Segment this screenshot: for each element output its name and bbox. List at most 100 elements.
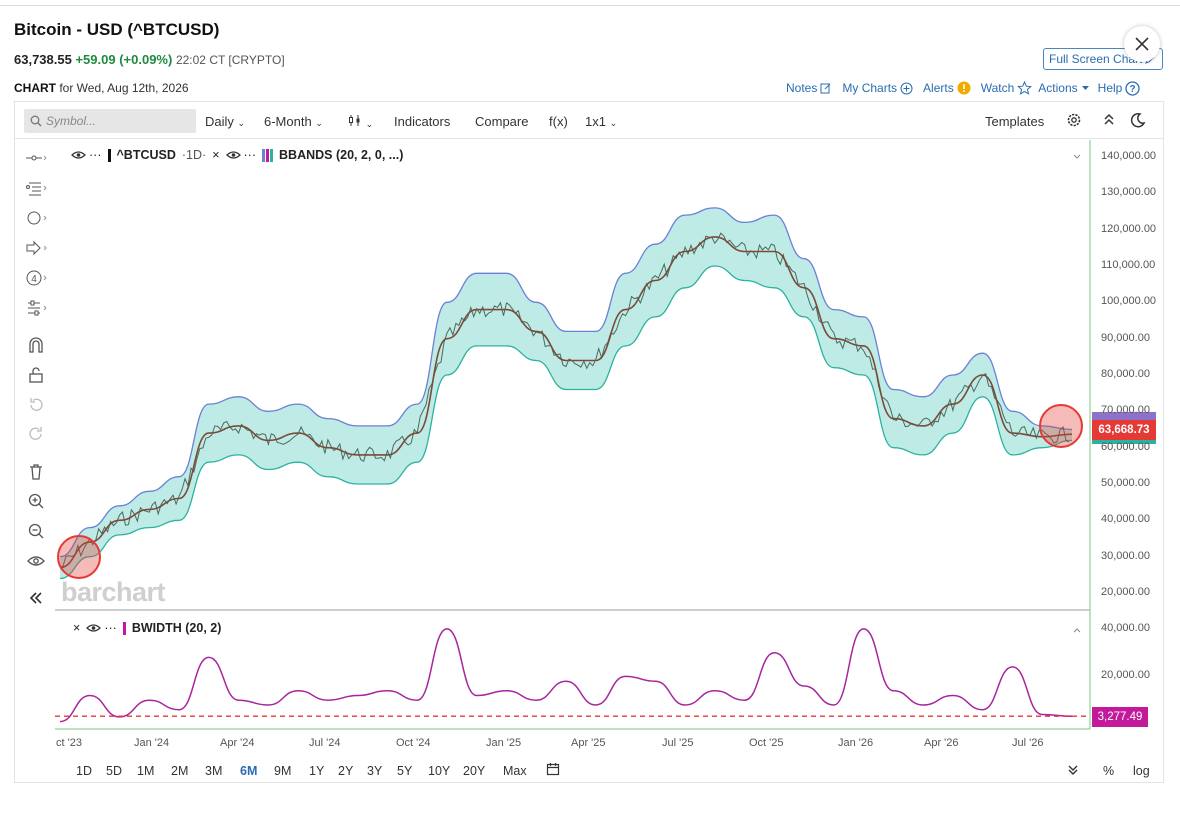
- x-tick-label: Apr '25: [571, 737, 606, 749]
- y-tick-label: 70,000.00: [1101, 404, 1150, 417]
- more-icon[interactable]: ···: [89, 148, 102, 162]
- range-button-5d[interactable]: 5D: [106, 764, 122, 778]
- close-icon[interactable]: ×: [73, 621, 80, 635]
- y-tick-label: 140,000.00: [1101, 150, 1157, 162]
- percent-toggle[interactable]: %: [1103, 764, 1114, 778]
- moon-icon: [1130, 112, 1146, 128]
- help-icon: ?: [1125, 80, 1140, 96]
- log-toggle[interactable]: log: [1133, 764, 1150, 778]
- settings-button[interactable]: [1066, 112, 1082, 131]
- zoom-in-icon: [28, 493, 44, 509]
- lower-y-tick-label: 20,000.00: [1101, 669, 1150, 682]
- layout-select[interactable]: 1x1 ⌄: [585, 114, 617, 129]
- range-button-2m[interactable]: 2M: [171, 764, 188, 778]
- actions-label: Actions: [1038, 81, 1078, 95]
- arrow-tool[interactable]: [23, 237, 49, 259]
- symbol-search-input[interactable]: Symbol...: [24, 109, 196, 133]
- close-icon: [1135, 37, 1149, 51]
- shape-tool[interactable]: [23, 207, 49, 229]
- range-button-2y[interactable]: 2Y: [338, 764, 353, 778]
- y-tick-label: 130,000.00: [1101, 186, 1157, 199]
- y-tick-label: 80,000.00: [1101, 368, 1150, 380]
- indicators-button[interactable]: Indicators: [394, 114, 450, 129]
- chevron-down-icon: ⌄: [237, 118, 246, 128]
- notes-link[interactable]: Notes: [786, 81, 832, 95]
- range-select[interactable]: 6-Month ⌄: [264, 114, 323, 129]
- y-tick-label: 20,000.00: [1101, 586, 1150, 598]
- fx-button[interactable]: f(x): [549, 114, 568, 129]
- range-button-max[interactable]: Max: [503, 764, 527, 778]
- measure-tool[interactable]: [23, 297, 49, 319]
- legend-study: BBANDS (20, 2, 0, ...): [279, 148, 404, 162]
- range-button-1d[interactable]: 1D: [76, 764, 92, 778]
- plus-circle-icon: [900, 82, 913, 94]
- x-tick-label: Oct '24: [396, 737, 431, 749]
- range-button-9m[interactable]: 9M: [274, 764, 291, 778]
- quote-time: 22:02 CT [CRYPTO]: [175, 53, 285, 67]
- collapse-up-button[interactable]: [1102, 112, 1116, 129]
- fib-tool[interactable]: [23, 177, 49, 199]
- lock-tool[interactable]: [23, 364, 49, 386]
- toolbar-divider: [15, 138, 1163, 139]
- undo-button[interactable]: [23, 394, 49, 416]
- x-tick-label: Oct '25: [749, 737, 784, 749]
- range-button-1y[interactable]: 1Y: [309, 764, 324, 778]
- visibility-button[interactable]: [23, 550, 49, 572]
- calendar-button[interactable]: [546, 762, 560, 779]
- calendar-icon: [546, 763, 560, 776]
- search-icon: [30, 115, 42, 127]
- watch-link[interactable]: Watch: [981, 81, 1033, 95]
- quote-line: 63,738.55 +59.09 (+0.09%) 22:02 CT [CRYP…: [14, 52, 285, 67]
- candle-icon: [349, 115, 360, 126]
- bwidth-color-swatch: [122, 621, 126, 635]
- main-legend: ··· ^BTCUSD ·1D· × ··· BBANDS (20, 2, 0,…: [71, 148, 403, 162]
- study-color-swatch: [262, 148, 274, 162]
- count-tool[interactable]: 4: [23, 267, 49, 289]
- x-tick-label: Apr '24: [220, 737, 255, 749]
- shape-icon: [27, 211, 47, 225]
- range-button-5y[interactable]: 5Y: [397, 764, 412, 778]
- y-tick-label: 100,000.00: [1101, 295, 1157, 308]
- more-icon[interactable]: ···: [104, 621, 117, 635]
- close-button[interactable]: [1124, 26, 1160, 62]
- expand-down-button[interactable]: [1067, 764, 1079, 779]
- dark-mode-toggle[interactable]: [1130, 112, 1146, 131]
- help-link[interactable]: Help ?: [1098, 80, 1141, 96]
- more-icon[interactable]: ···: [244, 148, 257, 162]
- delete-button[interactable]: [23, 461, 49, 483]
- magnet-tool[interactable]: [23, 334, 49, 356]
- templates-button[interactable]: Templates: [985, 114, 1044, 129]
- legend-interval: ·1D·: [181, 148, 207, 162]
- actions-link[interactable]: Actions: [1038, 81, 1089, 95]
- chart-label: CHART: [14, 81, 56, 95]
- redo-icon: [29, 427, 42, 440]
- close-icon[interactable]: ×: [212, 148, 219, 162]
- collapse-tools-button[interactable]: [23, 587, 49, 609]
- legend-symbol: ^BTCUSD: [116, 148, 176, 162]
- eye-icon[interactable]: [225, 150, 241, 160]
- range-button-3m[interactable]: 3M: [205, 764, 222, 778]
- range-button-6m[interactable]: 6M: [240, 764, 257, 778]
- range-button-1m[interactable]: 1M: [137, 764, 154, 778]
- zoom-in-button[interactable]: [23, 490, 49, 512]
- eye-icon[interactable]: [86, 623, 102, 633]
- eye-icon[interactable]: [71, 150, 86, 160]
- x-tick-label: Jan '24: [134, 737, 170, 749]
- compare-button[interactable]: Compare: [475, 114, 528, 129]
- redo-button[interactable]: [23, 423, 49, 445]
- range-button-3y[interactable]: 3Y: [367, 764, 382, 778]
- watch-label: Watch: [980, 81, 1015, 95]
- symbol-placeholder: Symbol...: [46, 114, 97, 128]
- chart-type-select[interactable]: ⌄: [348, 114, 373, 130]
- zoom-out-button[interactable]: [23, 520, 49, 542]
- alerts-label: Alerts: [923, 81, 954, 95]
- fib-icon: [26, 182, 47, 196]
- y-tick-label: 90,000.00: [1101, 331, 1150, 344]
- my-charts-link[interactable]: My Charts: [842, 81, 913, 95]
- alerts-link[interactable]: Alerts: [923, 81, 971, 95]
- line-tool[interactable]: [23, 147, 49, 169]
- period-select[interactable]: Daily ⌄: [205, 114, 245, 129]
- page-title: Bitcoin - USD (^BTCUSD): [14, 20, 220, 39]
- range-button-10y[interactable]: 10Y: [428, 764, 450, 778]
- range-button-20y[interactable]: 20Y: [463, 764, 485, 778]
